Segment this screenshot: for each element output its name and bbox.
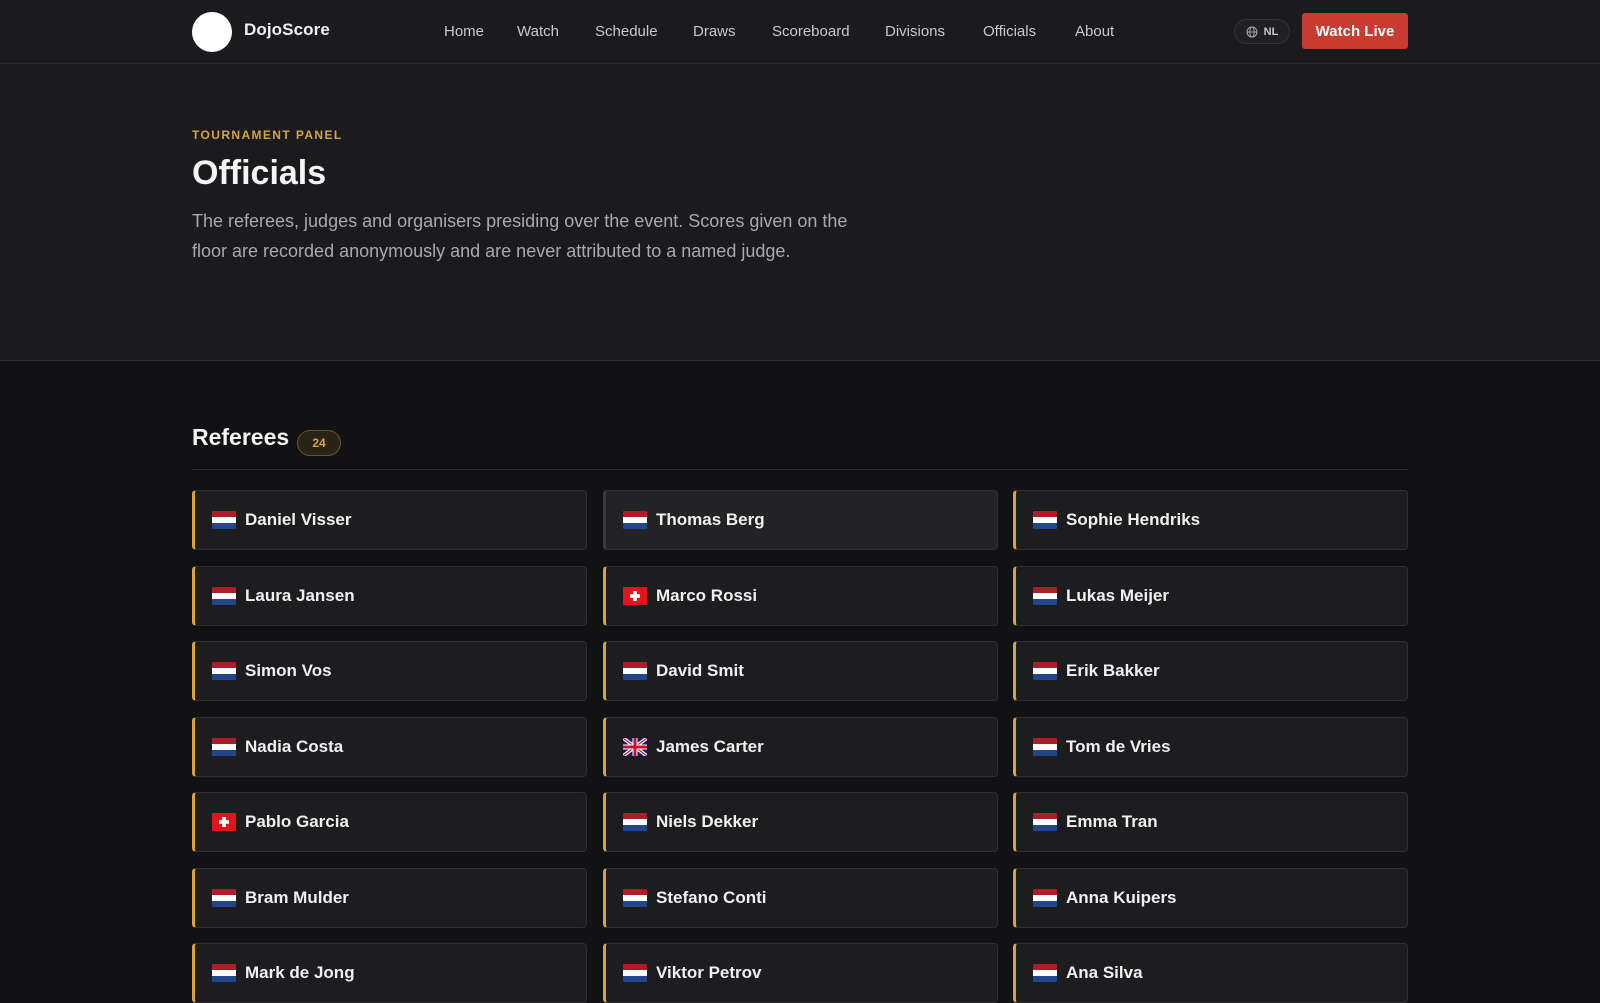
referee-name: Anna Kuipers <box>1066 887 1177 907</box>
referee-card[interactable]: Laura Jansen <box>192 565 587 626</box>
netherlands-flag-icon <box>1033 662 1057 680</box>
referee-name: Bram Mulder <box>245 887 349 907</box>
referee-card[interactable]: Viktor Petrov <box>603 943 998 1003</box>
referee-name: Pablo Garcia <box>245 812 349 831</box>
referee-name: Daniel Visser <box>245 510 352 529</box>
hero-section: TOURNAMENT PANEL Officials The referees,… <box>0 64 1600 361</box>
netherlands-flag-icon <box>1033 888 1057 907</box>
referee-name: Emma Tran <box>1066 812 1158 831</box>
nav-scoreboard[interactable]: Scoreboard <box>772 23 850 40</box>
nav-watch[interactable]: Watch <box>517 23 559 40</box>
globe-icon <box>1246 26 1258 37</box>
referee-name: Thomas Berg <box>656 510 765 529</box>
referee-card[interactable]: Ana Silva <box>1013 943 1408 1003</box>
netherlands-flag-icon <box>1033 511 1057 529</box>
watch-live-button[interactable]: Watch Live <box>1302 13 1408 49</box>
section-divider <box>192 469 1408 470</box>
referee-card[interactable]: Marco Rossi <box>603 565 998 626</box>
netherlands-flag-icon <box>212 888 236 907</box>
referee-card[interactable]: Pablo Garcia <box>192 792 587 852</box>
united-kingdom-flag-icon <box>623 737 647 756</box>
referees-heading: Referees <box>192 424 290 450</box>
nav-officials[interactable]: Officials <box>983 23 1036 40</box>
referee-name: Simon Vos <box>245 661 332 680</box>
netherlands-flag-icon <box>623 511 647 529</box>
language-switcher[interactable]: NL <box>1234 19 1290 44</box>
referee-card[interactable]: Mark de Jong <box>192 943 587 1003</box>
netherlands-flag-icon <box>1033 964 1057 982</box>
nav-draws[interactable]: Draws <box>693 23 736 40</box>
nav-about[interactable]: About <box>1075 23 1114 40</box>
netherlands-flag-icon <box>623 964 647 982</box>
referee-card[interactable]: Bram Mulder <box>192 867 587 928</box>
nav-divisions[interactable]: Divisions <box>885 23 945 40</box>
referee-card[interactable]: Tom de Vries <box>1013 716 1408 777</box>
netherlands-flag-icon <box>1033 586 1057 605</box>
referee-name: Stefano Conti <box>656 887 767 907</box>
referee-name: Laura Jansen <box>245 585 355 605</box>
referee-name: Marco Rossi <box>656 585 758 605</box>
referee-card[interactable]: Anna Kuipers <box>1013 867 1408 928</box>
referee-name: Nadia Costa <box>245 736 344 756</box>
referee-name: David Smit <box>656 661 744 680</box>
referee-name: Erik Bakker <box>1066 661 1160 680</box>
referee-card[interactable]: James Carter <box>603 716 998 777</box>
netherlands-flag-icon <box>212 586 236 605</box>
referee-card[interactable]: Niels Dekker <box>603 792 998 852</box>
section-eyebrow: TOURNAMENT PANEL <box>192 128 343 142</box>
referee-card[interactable]: Sophie Hendriks <box>1013 490 1408 550</box>
language-code: NL <box>1263 25 1279 38</box>
referee-name: Mark de Jong <box>245 963 355 982</box>
top-navigation-bar: DojoScore Home Watch Schedule Draws Scoreboa… <box>0 0 1600 64</box>
netherlands-flag-icon <box>1033 813 1057 831</box>
netherlands-flag-icon <box>623 662 647 680</box>
referee-name: Viktor Petrov <box>656 963 762 982</box>
referee-count-badge: 24 <box>297 430 341 456</box>
netherlands-flag-icon <box>1033 737 1057 756</box>
nav-home[interactable]: Home <box>444 23 484 40</box>
referee-card[interactable]: Lukas Meijer <box>1013 565 1408 626</box>
referee-name: James Carter <box>656 736 764 756</box>
referee-card[interactable]: Thomas Berg <box>603 490 998 550</box>
referee-grid: Daniel Visser Thomas Berg Sophie Hendriks L… <box>192 490 1408 1003</box>
referee-name: Lukas Meijer <box>1066 585 1169 605</box>
switzerland-flag-icon <box>623 586 647 605</box>
netherlands-flag-icon <box>623 888 647 907</box>
referee-card[interactable]: Daniel Visser <box>192 490 587 550</box>
referee-name: Sophie Hendriks <box>1066 510 1201 529</box>
referee-card[interactable]: Simon Vos <box>192 641 587 701</box>
referee-card[interactable]: Erik Bakker <box>1013 641 1408 701</box>
nav-schedule[interactable]: Schedule <box>595 23 658 40</box>
netherlands-flag-icon <box>212 737 236 756</box>
netherlands-flag-icon <box>212 662 236 680</box>
page-description: The referees, judges and organisers pres… <box>192 211 848 261</box>
referee-name: Tom de Vries <box>1066 736 1171 756</box>
netherlands-flag-icon <box>212 964 236 982</box>
referee-card[interactable]: David Smit <box>603 641 998 701</box>
referee-name: Ana Silva <box>1066 963 1143 982</box>
switzerland-flag-icon <box>212 813 236 831</box>
referee-card[interactable]: Emma Tran <box>1013 792 1408 852</box>
netherlands-flag-icon <box>212 511 236 529</box>
page-title: Officials <box>192 154 327 192</box>
netherlands-flag-icon <box>623 813 647 831</box>
referee-card[interactable]: Nadia Costa <box>192 716 587 777</box>
referee-card[interactable]: Stefano Conti <box>603 867 998 928</box>
referee-name: Niels Dekker <box>656 812 759 831</box>
